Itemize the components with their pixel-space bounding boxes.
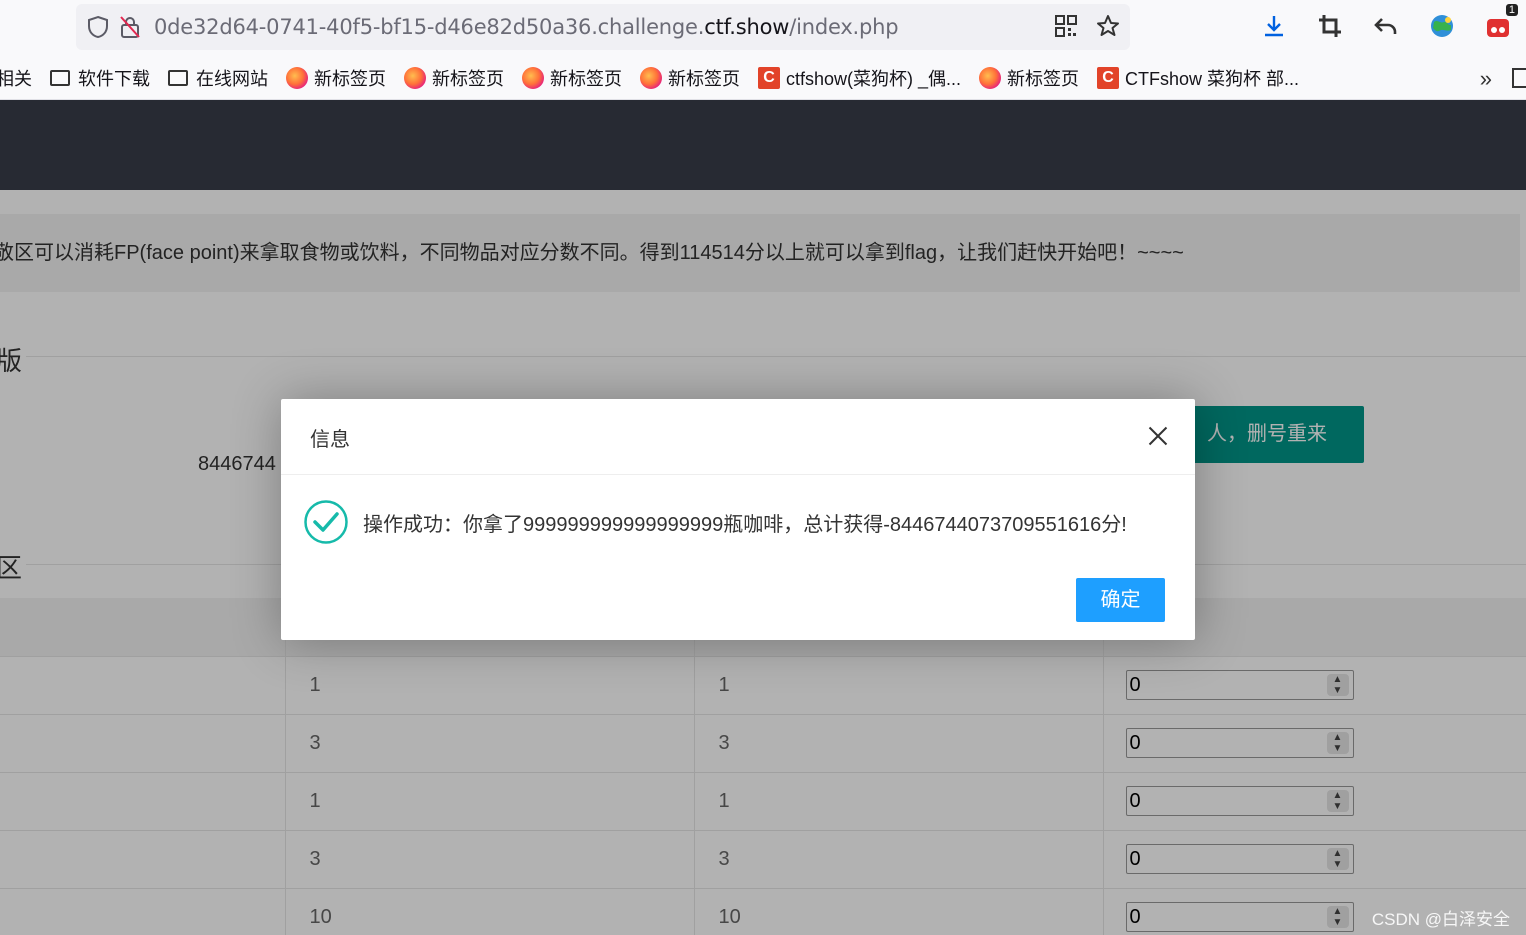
- browser-toolbar: 0de32d64-0741-40f5-bf15-d46e82d50a36.cha…: [0, 0, 1526, 56]
- firefox-icon: [640, 66, 662, 89]
- bookmark-folder-software[interactable]: 软件下载: [50, 65, 150, 91]
- bookmark-ctfshow-2[interactable]: C CTFshow 菜狗杯 部...: [1097, 65, 1299, 91]
- undo-icon[interactable]: [1372, 12, 1400, 40]
- bookmark-ctfshow-1[interactable]: Cctfshow(菜狗杯) _偶...: [758, 65, 961, 91]
- watermark: CSDN @白泽安全: [1371, 910, 1510, 929]
- chevron-double-right-icon[interactable]: »: [1480, 66, 1492, 92]
- dialog-body: 操作成功：你拿了999999999999999999瓶咖啡，总计获得-84467…: [303, 499, 1127, 545]
- firefox-icon: [286, 66, 308, 89]
- shield-icon[interactable]: [86, 15, 110, 39]
- folder-icon: [168, 69, 188, 86]
- bookmark-new-tab-3[interactable]: 新标签页: [522, 65, 622, 91]
- bookmarks-bar: 相关 软件下载 在线网站 新标签页 新标签页 新标签页 新标签页 Cctfsho…: [0, 56, 1526, 100]
- download-icon[interactable]: [1260, 12, 1288, 40]
- qr-code-icon[interactable]: [1054, 14, 1078, 38]
- dialog-title: 信息: [310, 429, 350, 451]
- firefox-icon: [404, 66, 426, 89]
- bookmark-new-tab-2[interactable]: 新标签页: [404, 65, 504, 91]
- bookmark-new-tab-5[interactable]: 新标签页: [979, 65, 1079, 91]
- url-text[interactable]: 0de32d64-0741-40f5-bf15-d46e82d50a36.cha…: [154, 15, 899, 39]
- bookmark-star-icon[interactable]: [1096, 14, 1120, 38]
- address-bar[interactable]: 0de32d64-0741-40f5-bf15-d46e82d50a36.cha…: [76, 4, 1130, 50]
- success-check-icon: [304, 500, 348, 544]
- dialog-header: 信息: [281, 399, 1195, 475]
- csdn-c-icon: C: [1097, 66, 1120, 89]
- notification-badge: 1: [1505, 4, 1518, 16]
- insecure-lock-icon[interactable]: [118, 15, 142, 39]
- bookmark-new-tab-1[interactable]: 新标签页: [286, 65, 386, 91]
- bookmark-folder-online[interactable]: 在线网站: [168, 65, 268, 91]
- confirm-button[interactable]: 确定: [1076, 578, 1165, 622]
- bookmark-cut-item[interactable]: 相关: [0, 65, 32, 91]
- firefox-icon: [979, 66, 1002, 89]
- sidebar-icon[interactable]: [1512, 68, 1526, 88]
- crop-screenshot-icon[interactable]: [1316, 12, 1344, 40]
- close-icon[interactable]: [1143, 421, 1173, 451]
- folder-icon: [50, 69, 70, 86]
- csdn-c-icon: C: [758, 66, 780, 89]
- globe-extension-icon[interactable]: [1428, 12, 1456, 40]
- info-dialog: 信息 操作成功：你拿了999999999999999999瓶咖啡，总计获得-84…: [281, 399, 1195, 640]
- extension-badge-icon[interactable]: 1: [1484, 4, 1518, 40]
- dialog-message: 操作成功：你拿了999999999999999999瓶咖啡，总计获得-84467…: [363, 513, 1127, 536]
- bookmark-new-tab-4[interactable]: 新标签页: [640, 65, 740, 91]
- firefox-icon: [522, 66, 544, 89]
